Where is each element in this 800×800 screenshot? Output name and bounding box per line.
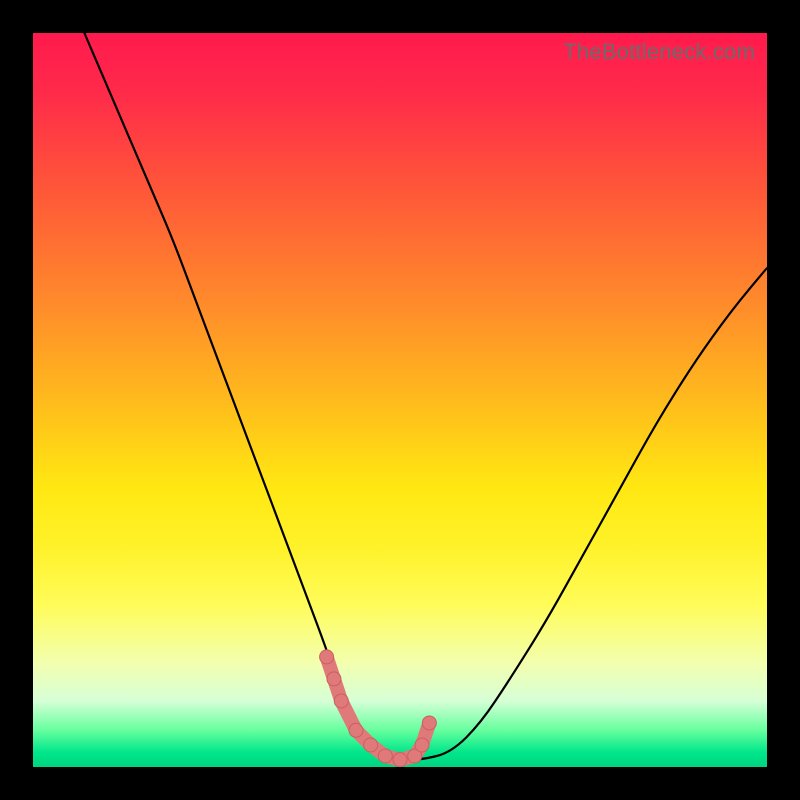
curve-markers	[320, 650, 437, 767]
curve-marker-dot	[378, 749, 392, 763]
chart-svg	[33, 33, 767, 767]
chart-frame: TheBottleneck.com	[0, 0, 800, 800]
curve-marker-dot	[364, 738, 378, 752]
curve-marker-dot	[320, 650, 334, 664]
chart-plot-area: TheBottleneck.com	[33, 33, 767, 767]
curve-marker-dot	[327, 672, 341, 686]
curve-marker-dot	[415, 738, 429, 752]
curve-marker-dot	[393, 753, 407, 767]
curve-marker-dot	[334, 694, 348, 708]
curve-marker-dot	[349, 723, 363, 737]
curve-marker-dot	[422, 716, 436, 730]
bottleneck-curve	[84, 33, 767, 760]
